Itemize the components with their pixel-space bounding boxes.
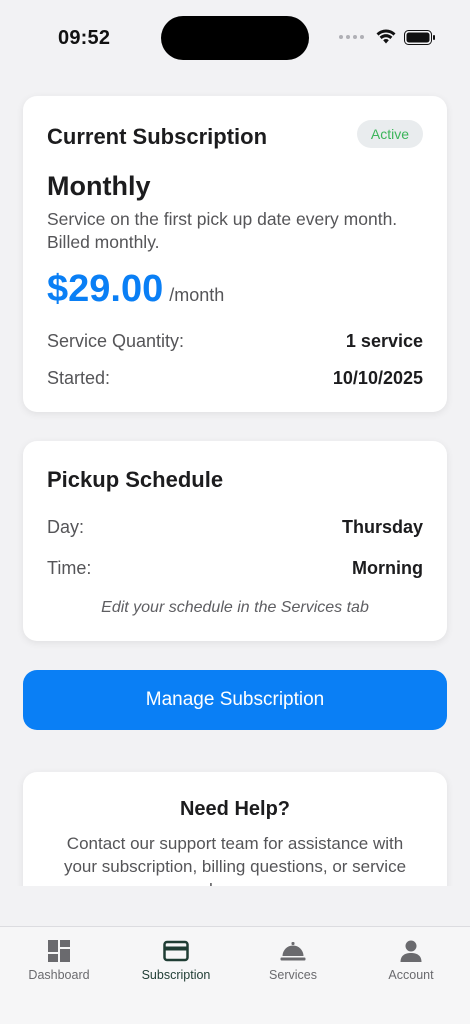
person-icon [399, 937, 423, 965]
battery-icon [404, 29, 435, 45]
wifi-icon [376, 29, 396, 44]
pickup-day-row: Day: Thursday [47, 517, 423, 538]
tab-label: Dashboard [28, 968, 90, 982]
tab-label: Account [388, 968, 434, 982]
pickup-time-value: Morning [352, 558, 423, 578]
plan-description: Service on the first pick up date every … [47, 209, 398, 252]
tab-services[interactable]: Services [234, 937, 352, 982]
service-bell-icon [280, 937, 306, 965]
price-amount: $29.00 [47, 268, 164, 310]
manage-subscription-button[interactable]: Manage Subscription [23, 670, 447, 730]
current-subscription-card: Current Subscription Active Monthly Serv… [23, 96, 447, 412]
dynamic-island [161, 16, 309, 60]
pickup-day-label: Day: [47, 517, 85, 537]
status-time: 09:52 [58, 27, 111, 49]
plan-name: Monthly [47, 171, 151, 201]
started-label: Started: [47, 368, 111, 388]
credit-card-icon [163, 937, 189, 965]
tab-label: Services [269, 968, 317, 982]
schedule-edit-note: Edit your schedule in the Services tab [101, 599, 369, 616]
content-scroll-area[interactable]: Current Subscription Active Monthly Serv… [0, 80, 470, 886]
tab-bar: Dashboard Subscription Services Account [0, 926, 470, 1024]
status-bar: 09:52 [0, 0, 470, 80]
status-indicators [339, 29, 436, 45]
dashboard-icon [47, 937, 71, 965]
pickup-schedule-card: Pickup Schedule Day: Thursday Time: Morn… [23, 441, 447, 641]
card-title: Current Subscription [47, 124, 268, 149]
started-row: Started: 10/10/2025 [47, 368, 423, 389]
pickup-day-value: Thursday [341, 517, 423, 537]
service-quantity-value: 1 service [345, 331, 423, 351]
started-value: 10/10/2025 [332, 368, 423, 388]
status-badge: Active [356, 120, 423, 148]
tab-subscription[interactable]: Subscription [117, 937, 235, 982]
help-text: Contact our support team for assistance … [63, 834, 407, 886]
service-quantity-row: Service Quantity: 1 service [47, 331, 423, 352]
cellular-signal-icon [339, 35, 364, 39]
tab-dashboard[interactable]: Dashboard [0, 937, 118, 982]
help-title: Need Help? [179, 798, 291, 820]
tab-label: Subscription [141, 968, 211, 982]
tab-account[interactable]: Account [352, 937, 470, 982]
pickup-time-label: Time: [47, 558, 92, 578]
price-period: /month [169, 285, 225, 305]
need-help-card: Need Help? Contact our support team for … [23, 772, 447, 886]
service-quantity-label: Service Quantity: [47, 331, 185, 351]
card-title: Pickup Schedule [47, 467, 224, 492]
pickup-time-row: Time: Morning [47, 558, 423, 579]
price-row: $29.00 /month [47, 268, 224, 311]
